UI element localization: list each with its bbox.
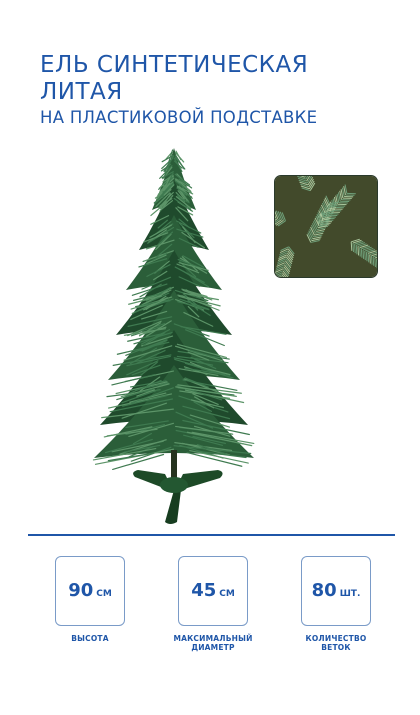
spec-height: 90 СМ ВЫСОТА bbox=[30, 556, 150, 643]
spec-diameter-label-line1: МАКСИМАЛЬНЫЙ bbox=[173, 634, 253, 643]
spec-height-value: 90 bbox=[68, 580, 94, 601]
closeup-needle bbox=[367, 253, 370, 263]
closeup-needle bbox=[370, 255, 373, 265]
closeup-needle bbox=[372, 256, 375, 266]
spec-height-label-line1: ВЫСОТА bbox=[71, 634, 109, 643]
product-header: ЕЛЬ СИНТЕТИЧЕСКАЯ ЛИТАЯ НА ПЛАСТИКОВОЙ П… bbox=[40, 52, 380, 130]
closeup-needle bbox=[355, 245, 358, 255]
spec-branches-value: 80 bbox=[311, 580, 337, 601]
closeup-needle bbox=[360, 248, 363, 258]
spec-height-label: ВЫСОТА bbox=[71, 634, 109, 643]
closeup-needle bbox=[354, 244, 356, 254]
needle-closeup-image bbox=[274, 175, 378, 278]
closeup-needle bbox=[364, 251, 366, 261]
spec-branches-label-line2: ВЕТОК bbox=[321, 643, 351, 652]
closeup-needle bbox=[369, 254, 371, 264]
stand-leg-front bbox=[165, 490, 181, 524]
tree-needle bbox=[112, 453, 165, 471]
spec-branches-unit: ШТ. bbox=[339, 589, 361, 599]
section-divider bbox=[28, 534, 395, 536]
product-subtitle: НА ПЛАСТИКОВОЙ ПОДСТАВКЕ bbox=[40, 108, 318, 127]
spec-diameter-unit: СМ bbox=[219, 589, 235, 599]
spec-branches-label: КОЛИЧЕСТВО ВЕТОК bbox=[306, 634, 367, 652]
closeup-needle bbox=[365, 252, 368, 262]
closeup-needle bbox=[352, 242, 355, 252]
closeup-needle bbox=[374, 257, 376, 268]
product-title-line2: ЛИТАЯ bbox=[40, 79, 123, 105]
product-title-line1: ЕЛЬ СИНТЕТИЧЕСКАЯ bbox=[40, 52, 309, 78]
spec-height-box: 90 СМ bbox=[55, 556, 125, 626]
closeup-needle bbox=[359, 247, 361, 257]
spec-diameter-label: МАКСИМАЛЬНЫЙ ДИАМЕТР bbox=[173, 634, 252, 652]
closeup-needle bbox=[350, 241, 353, 251]
spec-diameter-box: 45 СМ bbox=[178, 556, 248, 626]
tree-image bbox=[92, 148, 255, 524]
spec-diameter-label-line2: ДИАМЕТР bbox=[191, 643, 235, 652]
spec-branches-box: 80 ШТ. bbox=[301, 556, 371, 626]
closeup-needle bbox=[362, 249, 365, 259]
closeup-needle bbox=[357, 246, 360, 256]
stand-hub bbox=[160, 477, 188, 493]
spec-diameter: 45 СМ МАКСИМАЛЬНЫЙ ДИАМЕТР bbox=[153, 556, 273, 652]
spec-branches-label-line1: КОЛИЧЕСТВО bbox=[305, 634, 367, 643]
spec-branches: 80 ШТ. КОЛИЧЕСТВО ВЕТОК bbox=[276, 556, 396, 652]
spec-diameter-value: 45 bbox=[191, 580, 217, 601]
spec-height-unit: СМ bbox=[96, 589, 112, 599]
